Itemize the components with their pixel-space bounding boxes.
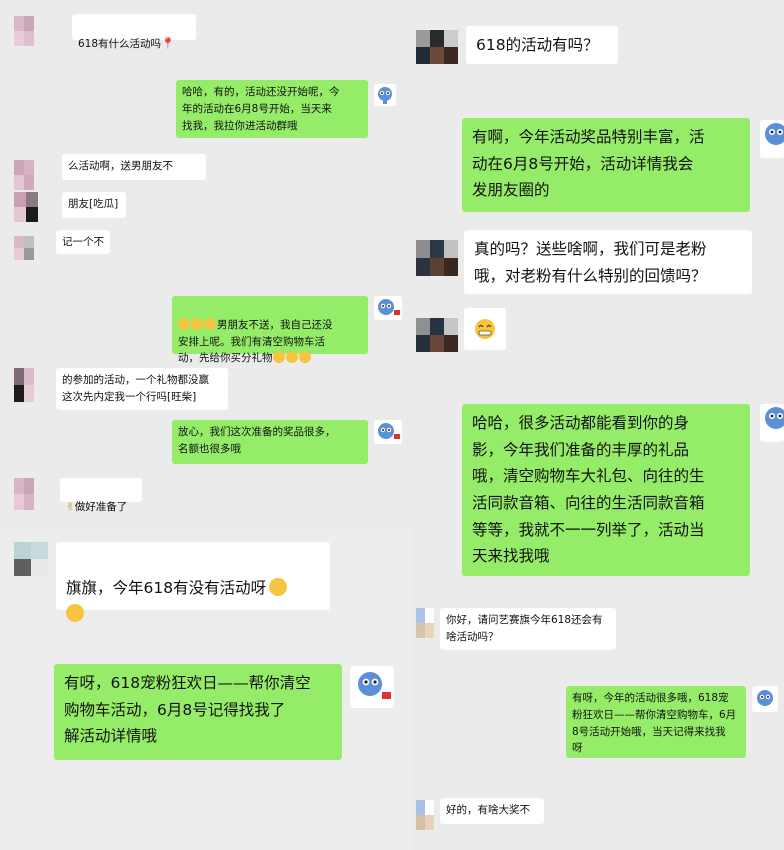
chat-message[interactable]: 好的，有啥大奖不 <box>440 798 544 824</box>
grin-emoji-icon[interactable] <box>464 308 506 350</box>
contact-avatar[interactable] <box>14 368 34 402</box>
contact-avatar[interactable] <box>416 608 434 638</box>
contact-avatar[interactable] <box>14 478 34 510</box>
contact-avatar[interactable] <box>14 542 48 576</box>
contact-avatar[interactable] <box>14 160 34 190</box>
contact-avatar[interactable] <box>416 318 458 352</box>
chat-message[interactable]: 真的吗？送些啥啊，我们可是老粉 哦，对老粉有什么特别的回馈吗？ <box>464 230 752 294</box>
chat-message-sent[interactable]: 有呀，618宠粉狂欢日——帮你清空 购物车活动，6月8号记得找我了 解活动详情哦 <box>54 664 342 760</box>
chat-message[interactable]: 么活动啊，送男朋友不 <box>62 154 206 180</box>
chat-message-sent[interactable]: 哈哈，有的，活动还没开始呢，今 年的活动在6月8号开始，当天来 找我，我拉你进活… <box>176 80 368 138</box>
contact-avatar[interactable] <box>14 192 38 222</box>
chat-message-sent[interactable]: 有呀，今年的活动很多哦，618宠 粉狂欢日——帮你清空购物车，6月 8号活动开始… <box>566 686 746 758</box>
chat-message[interactable]: 朋友[吃瓜] <box>62 192 126 218</box>
chat-message-sent[interactable]: 有啊，今年活动奖品特别丰富，活 动在6月8号开始，活动详情我会 发朋友圈的 <box>462 118 750 212</box>
chat-message[interactable]: 618有什么活动吗📍 <box>72 14 196 50</box>
laugh-cry-emoji-icon <box>191 317 203 330</box>
pin-emoji-icon: 📍 <box>161 36 175 50</box>
smile-emoji-icon <box>285 351 298 364</box>
contact-avatar[interactable] <box>416 800 434 830</box>
chat-message[interactable]: 记一个不 <box>56 230 110 254</box>
chat-message-sent[interactable]: 男朋友不送，我自己还没 安排上呢。我们有清空购物车活 动，先给你买分礼物 <box>172 296 368 364</box>
laugh-cry-emoji-icon <box>204 317 216 330</box>
mascot-avatar-icon[interactable] <box>374 420 402 444</box>
contact-avatar[interactable] <box>14 236 34 260</box>
mascot-avatar-icon[interactable] <box>760 120 784 158</box>
right-chat-panel: 618的活动有吗？ 有啊，今年活动奖品特别丰富，活 动在6月8号开始，活动详情我… <box>412 0 784 850</box>
contact-avatar[interactable] <box>14 16 34 46</box>
smile-emoji-icon <box>298 351 311 364</box>
bottom-left-chat-panel: 旗旗，今年618有没有活动呀 有呀，618宠粉狂欢日——帮你清空 购物车活动，6… <box>0 528 412 850</box>
mascot-avatar-icon[interactable] <box>760 404 784 442</box>
contact-avatar[interactable] <box>416 240 458 276</box>
mascot-avatar-icon[interactable] <box>752 686 778 712</box>
chat-message-sent[interactable]: 哈哈，很多活动都能看到你的身 影，今年我们准备的丰厚的礼品 哦，清空购物车大礼包… <box>462 404 750 576</box>
chat-message-sent[interactable]: 放心，我们这次准备的奖品很多， 名额也很多哦 <box>172 420 368 464</box>
chat-message[interactable]: ✌做好准备了 <box>60 478 142 513</box>
chat-message[interactable]: 旗旗，今年618有没有活动呀 <box>56 542 330 623</box>
smile-emoji-icon <box>272 351 285 364</box>
contact-avatar[interactable] <box>416 30 458 64</box>
mascot-avatar-icon[interactable] <box>374 296 402 320</box>
laugh-cry-emoji-icon <box>178 317 190 330</box>
grin-emoji-icon <box>269 577 288 596</box>
grin-emoji-icon <box>66 604 84 623</box>
mascot-avatar-icon[interactable] <box>350 666 394 708</box>
mascot-avatar-icon[interactable] <box>374 84 396 106</box>
chat-message[interactable]: 你好，请问艺赛旗今年618还会有 啥活动吗？ <box>440 608 616 650</box>
chat-message[interactable]: 618的活动有吗？ <box>466 26 618 64</box>
chat-message[interactable]: 的参加的活动，一个礼物都没赢 这次先内定我一个行吗[旺柴] <box>56 368 228 410</box>
hand-emoji-icon: ✌ <box>66 500 75 513</box>
